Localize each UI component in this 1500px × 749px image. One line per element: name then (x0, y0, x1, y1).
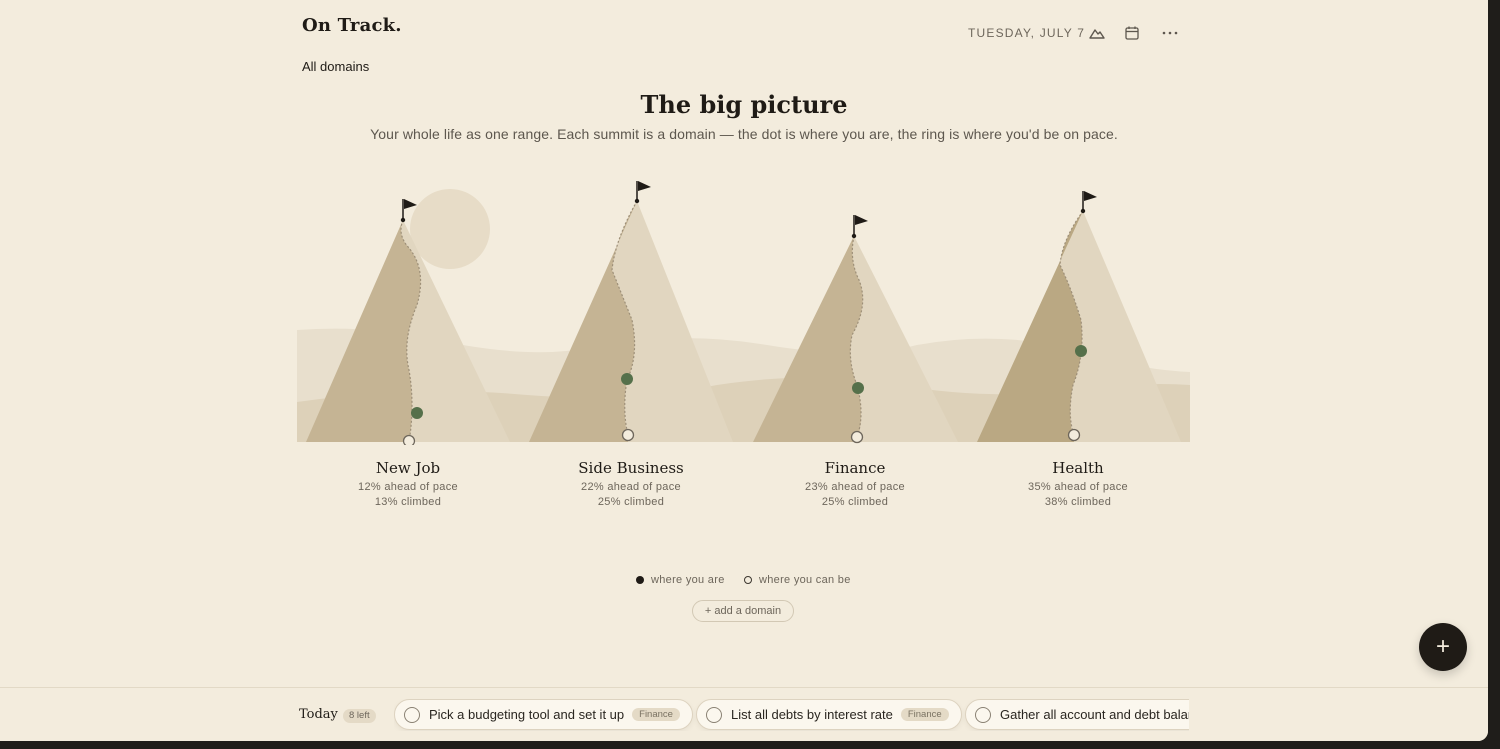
legend-target: where you can be (744, 574, 851, 586)
mountain-icon[interactable] (1088, 24, 1106, 42)
mountain-range-illustration (297, 181, 1190, 445)
task-text: List all debts by interest rate (731, 707, 893, 722)
page-title: The big picture (640, 90, 848, 119)
ring-dot-icon (744, 576, 752, 584)
current-date: TUESDAY, JULY 7 (968, 26, 1086, 40)
today-task[interactable]: Gather all account and debt balan (965, 699, 1189, 730)
health-target-ring (1067, 428, 1081, 442)
task-checkbox[interactable] (975, 706, 991, 723)
page-subtitle: Your whole life as one range. Each summi… (370, 126, 1118, 142)
finance-target-ring (850, 430, 864, 444)
more-icon[interactable] (1161, 24, 1179, 42)
domain-scope-selector[interactable]: All domains (302, 59, 369, 74)
task-text: Gather all account and debt balan (1000, 707, 1189, 722)
new-job-current-dot (411, 407, 423, 419)
domain-pace: 35% ahead of pace (1028, 481, 1128, 493)
task-tag: Finance (900, 708, 949, 721)
domain-climbed: 25% climbed (597, 496, 665, 508)
domain-name: Finance (824, 459, 886, 477)
finance-current-dot (852, 382, 864, 394)
domain-pace: 23% ahead of pace (805, 481, 905, 493)
legend-current-label: where you are (651, 574, 725, 586)
task-text: Pick a budgeting tool and set it up (429, 707, 625, 722)
side-business-current-dot (621, 373, 633, 385)
window-bottom-edge (0, 741, 1500, 749)
filled-dot-icon (636, 576, 644, 584)
task-checkbox[interactable] (706, 706, 722, 723)
task-checkbox[interactable] (404, 706, 420, 723)
today-task[interactable]: List all debts by interest rate Finance (696, 699, 962, 730)
side-business-target-ring (621, 428, 635, 442)
calendar-icon[interactable] (1123, 24, 1141, 42)
mountain-side-business[interactable] (529, 181, 733, 442)
health-current-dot (1075, 345, 1087, 357)
new-job-target-ring (402, 434, 416, 445)
domain-climbed: 25% climbed (821, 496, 889, 508)
app-logo[interactable]: On Track. (302, 15, 402, 36)
tasks-left-badge: 8 left (343, 709, 376, 723)
task-tag: Finance (632, 708, 680, 721)
add-fab-button[interactable]: + (1419, 623, 1467, 671)
domain-name: New Job (375, 459, 441, 477)
legend-current: where you are (636, 574, 725, 586)
domain-card-new-job[interactable]: New Job 12% ahead of pace 13% climbed (298, 459, 518, 508)
today-task-strip[interactable]: Pick a budgeting tool and set it up Fina… (394, 699, 1189, 731)
today-label: Today (299, 707, 338, 722)
window-edge (1488, 0, 1500, 749)
today-task[interactable]: Pick a budgeting tool and set it up Fina… (394, 699, 693, 730)
app-window: On Track. All domains TUESDAY, JULY 7 Th… (0, 0, 1488, 741)
add-domain-button[interactable]: + add a domain (692, 600, 794, 622)
mountain-health[interactable] (977, 191, 1181, 442)
mountain-finance[interactable] (753, 215, 958, 444)
domain-card-finance[interactable]: Finance 23% ahead of pace 25% climbed (745, 459, 965, 508)
legend-target-label: where you can be (759, 574, 851, 586)
domain-climbed: 38% climbed (1044, 496, 1112, 508)
domain-card-health[interactable]: Health 35% ahead of pace 38% climbed (968, 459, 1188, 508)
today-tray: Today 8 left Pick a budgeting tool and s… (0, 687, 1488, 741)
domain-name: Side Business (578, 459, 684, 477)
domain-card-side-business[interactable]: Side Business 22% ahead of pace 25% clim… (521, 459, 741, 508)
domain-pace: 12% ahead of pace (358, 481, 458, 493)
domain-climbed: 13% climbed (374, 496, 442, 508)
domain-pace: 22% ahead of pace (581, 481, 681, 493)
domain-name: Health (1052, 459, 1104, 477)
sun-shape (410, 189, 490, 269)
